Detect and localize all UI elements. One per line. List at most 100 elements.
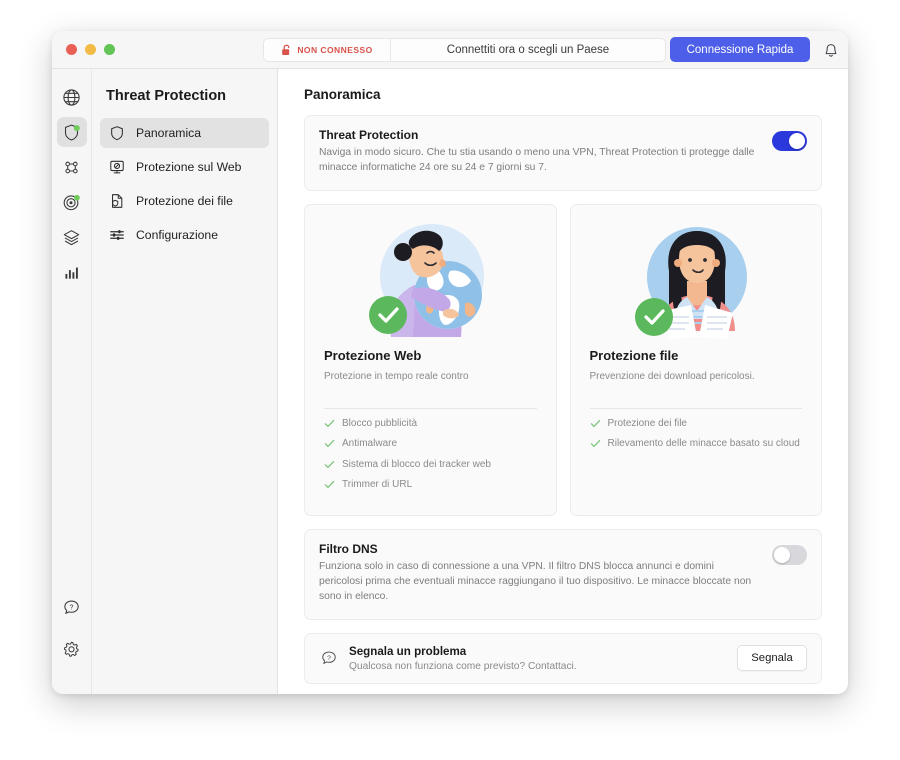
card-divider <box>589 407 802 409</box>
check-icon <box>590 440 600 448</box>
sidebar-item-label: Panoramica <box>136 126 202 140</box>
sidebar-title: Threat Protection <box>106 88 227 104</box>
rail-item-settings[interactable] <box>57 634 87 664</box>
shield-icon <box>64 124 80 141</box>
file-shield-icon <box>108 193 125 210</box>
unlocked-padlock-icon <box>282 44 290 55</box>
woman-holding-documents-illustration <box>634 226 747 339</box>
window-body: ? Threat Protection Panoramica Protezion… <box>52 69 848 694</box>
layers-icon <box>63 229 80 245</box>
feature-item: Trimmer di URL <box>324 478 537 492</box>
card-protezione-web: Protezione Web Protezione in tempo reale… <box>304 203 557 516</box>
sidebar-item-protezione-web[interactable]: Protezione sul Web <box>100 152 269 182</box>
threat-protection-panel: Threat Protection Naviga in modo sicuro.… <box>304 115 822 191</box>
rail-item-radar[interactable] <box>57 187 87 217</box>
sidebar-item-protezione-file[interactable]: Protezione dei file <box>100 186 269 216</box>
connection-hint[interactable]: Connettiti ora o scegli un Paese <box>391 44 665 56</box>
rail-item-stats[interactable] <box>57 257 87 287</box>
main-content: Panoramica Threat Protection Naviga in m… <box>278 69 848 694</box>
feature-label: Protezione dei file <box>607 417 688 429</box>
sliders-icon <box>108 227 125 244</box>
connection-state: NON CONNESSO <box>264 39 391 61</box>
card-subtitle: Prevenzione dei download pericolosi. <box>589 370 755 382</box>
svg-text:?: ? <box>327 655 331 662</box>
feature-item: Protezione dei file <box>590 417 803 431</box>
bell-icon <box>825 43 837 57</box>
feature-label: Sistema di blocco dei tracker web <box>342 458 491 470</box>
check-icon <box>324 419 335 427</box>
rail-item-shield[interactable] <box>56 117 87 147</box>
threat-protection-title: Threat Protection <box>319 128 419 142</box>
page-title: Panoramica <box>304 87 381 102</box>
icon-rail: ? <box>52 69 92 694</box>
feature-cards: Protezione Web Protezione in tempo reale… <box>304 203 822 516</box>
feature-item: Blocco pubblicità <box>324 417 537 431</box>
report-issue-button[interactable]: Segnala <box>737 645 807 672</box>
card-subtitle: Protezione in tempo reale contro <box>324 370 469 382</box>
threat-protection-description: Naviga in modo sicuro. Che tu stia usand… <box>319 147 755 173</box>
maximize-button[interactable] <box>104 44 115 55</box>
feature-label: Trimmer di URL <box>342 479 413 491</box>
check-icon <box>590 419 600 427</box>
connection-status-bar[interactable]: NON CONNESSO Connettiti ora o scegli un … <box>263 38 666 62</box>
rail-bottom-group: ? <box>57 592 87 694</box>
dns-filter-text: Filtro DNS Funziona solo in caso di conn… <box>319 542 760 605</box>
rail-item-help[interactable]: ? <box>57 592 87 622</box>
globe-icon <box>63 88 80 106</box>
report-issue-panel: ? Segnala un problema Qualcosa non funzi… <box>304 632 822 684</box>
close-button[interactable] <box>66 44 77 55</box>
feature-item: Antimalware <box>324 437 537 451</box>
threat-protection-toggle[interactable] <box>772 131 807 151</box>
feature-label: Rilevamento delle minacce basato su clou… <box>607 438 800 450</box>
monitor-block-icon <box>108 159 125 176</box>
help-bubble-icon: ? <box>319 649 338 668</box>
mesh-nodes-icon <box>65 161 78 173</box>
rail-item-mesh[interactable] <box>57 152 87 182</box>
sidebar-item-label: Configurazione <box>136 228 218 242</box>
dns-filter-description: Funziona solo in caso di connessione a u… <box>319 560 752 602</box>
report-issue-text: Segnala un problema Qualcosa non funzion… <box>349 645 726 672</box>
dns-filter-panel: Filtro DNS Funziona solo in caso di conn… <box>304 528 822 620</box>
sidebar-item-label: Protezione dei file <box>136 194 233 208</box>
minimize-button[interactable] <box>85 44 96 55</box>
check-icon <box>324 460 335 468</box>
feature-label: Blocco pubblicità <box>342 417 418 429</box>
sidebar-nav: Threat Protection Panoramica Protezione … <box>92 69 278 694</box>
gear-icon <box>63 641 79 657</box>
report-issue-subtitle: Qualcosa non funziona come previsto? Con… <box>349 660 577 672</box>
check-icon <box>324 481 335 489</box>
feature-item: Rilevamento delle minacce basato su clou… <box>590 437 803 451</box>
svg-text:?: ? <box>70 604 74 611</box>
notifications-button[interactable] <box>820 39 842 61</box>
card-title: Protezione Web <box>324 347 422 363</box>
threat-protection-text: Threat Protection Naviga in modo sicuro.… <box>319 128 760 176</box>
dns-filter-title: Filtro DNS <box>319 541 378 556</box>
card-protezione-file: Protezione file Prevenzione dei download… <box>569 203 822 516</box>
report-issue-title: Segnala un problema <box>349 644 467 658</box>
traffic-lights <box>52 44 115 55</box>
feature-label: Antimalware <box>342 438 398 450</box>
title-bar: NON CONNESSO Connettiti ora o scegli un … <box>52 31 848 69</box>
sidebar-item-panoramica[interactable]: Panoramica <box>100 118 269 148</box>
card-title: Protezione file <box>589 347 679 363</box>
card-divider <box>324 407 537 409</box>
shield-icon <box>108 125 125 142</box>
app-window: NON CONNESSO Connettiti ora o scegli un … <box>52 31 848 694</box>
toggle-knob <box>774 546 790 563</box>
sidebar-item-configurazione[interactable]: Configurazione <box>100 220 269 250</box>
rail-item-globe[interactable] <box>57 82 87 112</box>
help-bubble-icon: ? <box>64 600 79 614</box>
feature-item: Sistema di blocco dei tracker web <box>324 458 537 472</box>
sidebar-item-label: Protezione sul Web <box>136 160 242 174</box>
radar-icon <box>63 194 80 210</box>
woman-hugging-globe-illustration <box>369 223 485 337</box>
rail-item-layers[interactable] <box>57 222 87 252</box>
connection-status-label: NON CONNESSO <box>297 45 373 55</box>
card-illustration <box>324 219 537 339</box>
bar-chart-icon <box>65 267 78 279</box>
dns-filter-toggle[interactable] <box>772 544 807 565</box>
card-illustration <box>590 219 803 339</box>
check-icon <box>324 440 335 448</box>
quick-connect-button[interactable]: Connessione Rapida <box>670 37 810 62</box>
toggle-knob <box>789 133 805 149</box>
